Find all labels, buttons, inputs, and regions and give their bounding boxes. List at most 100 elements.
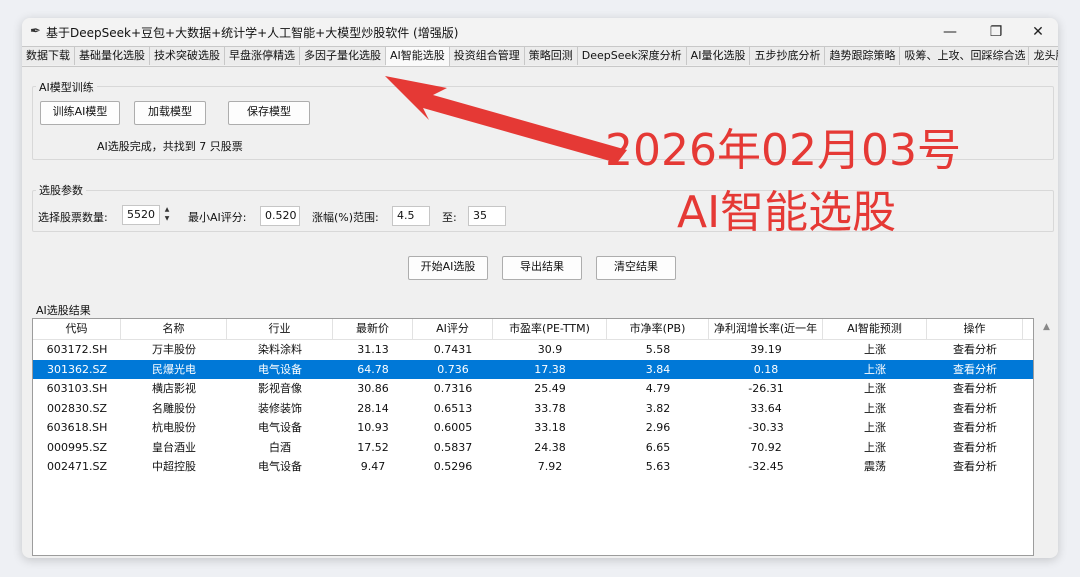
- table-cell: 0.6513: [433, 401, 473, 415]
- count-spinbox[interactable]: 5520: [122, 205, 160, 225]
- table-cell[interactable]: 查看分析: [927, 360, 1023, 379]
- column-header-8[interactable]: AI智能预测: [823, 319, 927, 339]
- table-cell: 皇台酒业: [152, 440, 196, 454]
- tab-12[interactable]: 吸筹、上攻、回踩综合选: [900, 46, 1030, 65]
- params-group: [32, 190, 1054, 232]
- table-cell: 17.52: [357, 440, 389, 454]
- table-row[interactable]: 603172.SH 万丰股份 染料涂料 31.13 0.7431 30.9 5.58 39.1…: [33, 340, 1033, 359]
- tab-6[interactable]: 投资组合管理: [449, 46, 525, 65]
- tab-1[interactable]: 基础量化选股: [75, 46, 150, 65]
- table-cell: 装修装饰: [258, 401, 302, 415]
- table-cell: 0.6005: [433, 421, 473, 434]
- load-model-button[interactable]: 加载模型: [134, 101, 206, 125]
- red-arrow-icon: [385, 76, 627, 163]
- table-cell: 24.38: [534, 440, 566, 454]
- table-cell: 603172.SH: [46, 343, 108, 356]
- table-row[interactable]: 603618.SH 杭电股份 电气设备 10.93 0.6005 33.18 2.96 -30…: [33, 418, 1033, 437]
- table-cell: 25.49: [534, 382, 566, 395]
- table-cell: 白酒: [269, 440, 291, 454]
- table-cell: 33.18: [534, 421, 566, 434]
- clear-results-button[interactable]: 清空结果: [596, 256, 676, 280]
- close-button[interactable]: ✕: [1018, 20, 1058, 44]
- maximize-button[interactable]: ❐: [976, 20, 1016, 44]
- tab-3[interactable]: 早盘涨停精选: [225, 46, 300, 65]
- tab-5[interactable]: AI智能选股: [386, 46, 450, 66]
- range-min-input[interactable]: 4.5: [392, 206, 430, 226]
- table-cell: 30.86: [357, 382, 389, 395]
- table-cell[interactable]: 查看分析: [927, 418, 1023, 437]
- table-cell[interactable]: 查看分析: [927, 399, 1023, 418]
- table-cell: 上涨: [864, 343, 886, 356]
- tab-8[interactable]: DeepSeek深度分析: [577, 46, 687, 65]
- table-cell: 3.82: [645, 401, 671, 415]
- column-header-6[interactable]: 市净率(PB): [607, 319, 709, 339]
- feather-icon: ✒: [30, 24, 41, 39]
- table-cell[interactable]: 查看分析: [927, 340, 1023, 359]
- table-cell: 10.93: [357, 421, 389, 434]
- tab-2[interactable]: 技术突破选股: [150, 46, 225, 65]
- train-model-button[interactable]: 训练AI模型: [40, 101, 120, 125]
- min-score-input[interactable]: 0.520: [260, 206, 300, 226]
- table-cell[interactable]: 查看分析: [927, 438, 1023, 457]
- table-cell[interactable]: 查看分析: [927, 457, 1023, 476]
- table-cell: 6.65: [645, 440, 671, 454]
- save-model-button[interactable]: 保存模型: [228, 101, 310, 125]
- table-cell: 影视音像: [258, 382, 302, 395]
- table-cell: 28.14: [357, 401, 389, 415]
- range-max-input[interactable]: 35: [468, 206, 506, 226]
- table-cell: 7.92: [537, 460, 563, 473]
- table-cell: 30.9: [537, 343, 563, 356]
- tab-0[interactable]: 数据下载: [22, 46, 75, 65]
- results-label: AI选股结果: [36, 304, 91, 317]
- annotation-date: 2026年02月03号: [605, 125, 961, 176]
- to-label: 至:: [442, 211, 457, 224]
- app-window: ✒ 基于DeepSeek+豆包+大数据+统计学+人工智能+大模型炒股软件 (增强…: [22, 18, 1058, 558]
- range-label: 涨幅(%)范围:: [312, 211, 379, 224]
- table-cell: 0.5837: [433, 440, 473, 454]
- table-cell[interactable]: 查看分析: [927, 379, 1023, 398]
- column-header-2[interactable]: 行业: [227, 319, 333, 339]
- table-cell: 上涨: [864, 382, 886, 395]
- column-header-1[interactable]: 名称: [121, 319, 227, 339]
- tab-11[interactable]: 趋势跟踪策略: [825, 46, 901, 65]
- tab-10[interactable]: 五步抄底分析: [750, 46, 826, 65]
- column-header-9[interactable]: 操作: [927, 319, 1023, 339]
- results-table[interactable]: 代码 名称 行业 最新价 AI评分 市盈率(PE-TTM) 市净率(PB) 净利润增长率(近一…: [32, 318, 1034, 556]
- table-cell: 0.736: [437, 362, 469, 376]
- params-group-label: 选股参数: [36, 182, 86, 198]
- table-cell: 603103.SH: [46, 382, 108, 395]
- table-row[interactable]: 002471.SZ 中超控股 电气设备 9.47 0.5296 7.92 5.63 -32.4…: [33, 457, 1033, 476]
- table-row[interactable]: 603103.SH 横店影视 影视音像 30.86 0.7316 25.49 4.79 -26…: [33, 379, 1033, 398]
- table-row[interactable]: 002830.SZ 名雕股份 装修装饰 28.14 0.6513 33.78 3.82 33.…: [33, 399, 1033, 418]
- table-cell: 0.18: [753, 362, 779, 376]
- vertical-scrollbar[interactable]: ▲: [1038, 318, 1058, 556]
- table-header: 代码 名称 行业 最新价 AI评分 市盈率(PE-TTM) 市净率(PB) 净利润增长率(近一…: [33, 319, 1033, 340]
- table-cell: 002830.SZ: [46, 401, 107, 415]
- training-group-label: AI模型训练: [36, 79, 97, 95]
- start-ai-select-button[interactable]: 开始AI选股: [408, 256, 488, 280]
- minimize-button[interactable]: —: [930, 20, 970, 44]
- table-cell: 上涨: [864, 401, 886, 415]
- column-header-0[interactable]: 代码: [33, 319, 121, 339]
- export-results-button[interactable]: 导出结果: [502, 256, 582, 280]
- tab-9[interactable]: AI量化选股: [686, 46, 751, 65]
- table-cell: 64.78: [357, 362, 389, 376]
- table-cell: -30.33: [748, 421, 784, 434]
- table-row[interactable]: 301362.SZ 民爆光电 电气设备 64.78 0.736 17.38 3.84 0.18…: [33, 359, 1033, 379]
- table-cell: 上涨: [864, 362, 886, 376]
- table-cell: 万丰股份: [152, 343, 196, 356]
- table-cell: 震荡: [864, 460, 886, 473]
- tab-7[interactable]: 策略回测: [524, 46, 578, 65]
- column-header-7[interactable]: 净利润增长率(近一年: [709, 319, 823, 339]
- table-row[interactable]: 000995.SZ 皇台酒业 白酒 17.52 0.5837 24.38 6.65 70.92…: [33, 438, 1033, 457]
- table-cell: 301362.SZ: [46, 362, 107, 376]
- table-cell: 3.84: [645, 362, 671, 376]
- column-header-5[interactable]: 市盈率(PE-TTM): [493, 319, 607, 339]
- column-header-4[interactable]: AI评分: [413, 319, 493, 339]
- scroll-up-icon[interactable]: ▲: [1043, 322, 1050, 332]
- spin-arrows-icon[interactable]: ▲ ▼: [161, 205, 173, 225]
- column-header-3[interactable]: 最新价: [333, 319, 413, 339]
- tab-bar: 数据下载 基础量化选股 技术突破选股 早盘涨停精选 多因子量化选股 AI智能选股 投资组合管…: [22, 46, 1058, 67]
- tab-13[interactable]: 龙头股与连板股: [1029, 46, 1058, 65]
- tab-4[interactable]: 多因子量化选股: [300, 46, 386, 65]
